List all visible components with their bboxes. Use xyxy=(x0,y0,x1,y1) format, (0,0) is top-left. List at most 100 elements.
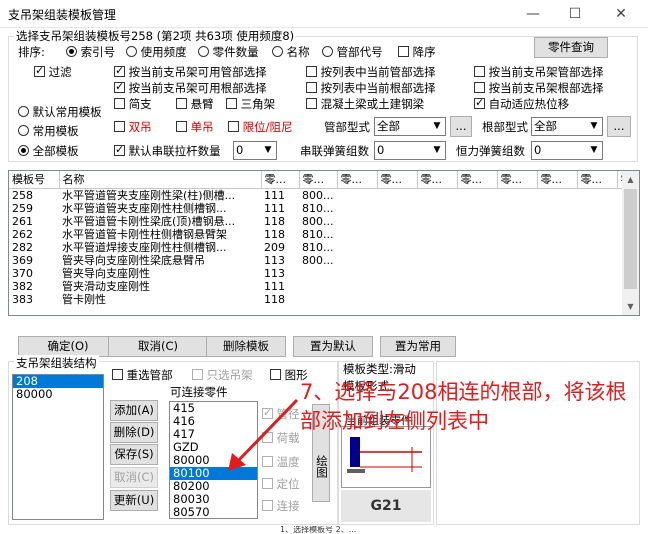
cancel-edit-button[interactable]: 取消(C) xyxy=(110,467,158,488)
checkbox[interactable] xyxy=(114,98,125,109)
filter-checkbox[interactable] xyxy=(34,64,45,77)
sort-radio-name[interactable] xyxy=(272,46,283,57)
delete-template-button[interactable]: 删除模板 xyxy=(206,336,286,357)
checkbox[interactable] xyxy=(114,80,125,93)
filter-simple-support[interactable]: 简支 xyxy=(114,96,152,112)
column-header[interactable]: 零... xyxy=(457,171,498,189)
checkbox[interactable] xyxy=(226,98,237,109)
filter-list-current-pipe[interactable]: 按列表中当前管部选择 xyxy=(306,64,436,80)
sort-radio-index[interactable] xyxy=(66,46,77,57)
template-table[interactable]: 模板号 名称 零... 零... 零... 零... 零... 零... 零... 零... 零..… xyxy=(8,170,640,316)
checkbox[interactable] xyxy=(228,121,239,132)
reselect-pipe[interactable]: 重选管部 xyxy=(112,367,173,383)
table-row[interactable]: 383 管卡刚性 118 xyxy=(9,293,639,306)
column-header[interactable]: 名称 xyxy=(59,171,262,189)
filter-cantilever[interactable]: 悬臂 xyxy=(176,96,214,112)
set-default-button[interactable]: 置为默认 xyxy=(293,336,373,357)
table-row[interactable]: 282 水平管道焊接支座刚性柱侧槽钢... 209 810... xyxy=(9,241,639,254)
structure-list[interactable]: 208 80000 xyxy=(12,374,104,520)
pipe-type-more-button[interactable]: ... xyxy=(450,116,472,137)
filter-current-root[interactable]: 按当前支吊架根部选择 xyxy=(474,80,604,96)
scroll-thumb[interactable] xyxy=(624,189,637,289)
column-header[interactable]: 零... xyxy=(299,171,338,189)
table-row[interactable]: 369 管夹导向支座刚性梁底悬臂吊 113 800... xyxy=(9,254,639,267)
sort-option-pipe-code[interactable]: 管部代号 xyxy=(322,44,383,60)
checkbox[interactable] xyxy=(306,98,317,109)
sort-desc[interactable]: 降序 xyxy=(398,44,436,60)
column-header[interactable]: 零... xyxy=(577,171,618,189)
linked-rods[interactable]: 默认串联拉杆数量 xyxy=(114,143,221,159)
scroll-down-icon[interactable]: ▼ xyxy=(622,298,639,315)
checkbox[interactable] xyxy=(176,98,187,109)
hanger-single[interactable]: 单吊 xyxy=(176,119,214,135)
sort-option-name[interactable]: 名称 xyxy=(272,44,310,60)
mode-all[interactable]: 全部模板 xyxy=(18,143,79,159)
minimize-button[interactable]: — xyxy=(510,0,556,28)
checkbox[interactable] xyxy=(474,82,485,93)
list-item[interactable]: 80570 xyxy=(170,506,257,519)
filter-list-current-root[interactable]: 按列表中当前根部选择 xyxy=(306,80,436,96)
sort-radio-frequency[interactable] xyxy=(126,46,137,57)
column-header[interactable]: 零... xyxy=(537,171,578,189)
radio[interactable] xyxy=(18,125,29,136)
const-spring-select[interactable]: 0 ▼ xyxy=(531,141,603,160)
close-button[interactable]: ✕ xyxy=(598,0,644,28)
table-row[interactable]: 258 水平管道管夹支座刚性梁(柱)侧槽... 111 800... xyxy=(9,188,639,202)
root-type-more-button[interactable]: ... xyxy=(607,116,631,137)
set-common-button[interactable]: 置为常用 xyxy=(380,336,456,357)
filter-current-available-root[interactable]: 按当前支吊架可用根部选择 xyxy=(114,80,267,96)
checkbox[interactable] xyxy=(112,369,123,380)
column-header[interactable]: 零... xyxy=(377,171,418,189)
table-row[interactable]: 259 水平管道管夹支座刚性柱侧槽钢... 111 810... xyxy=(9,202,639,215)
table-row[interactable]: 370 管夹导向支座刚性 113 xyxy=(9,267,639,280)
checkbox[interactable] xyxy=(474,66,485,77)
save-button[interactable]: 保存(S) xyxy=(110,444,158,465)
sort-radio-part-count[interactable] xyxy=(198,46,209,57)
filter-auto-thermal[interactable]: 自动适应热位移 xyxy=(474,96,569,112)
checkbox[interactable] xyxy=(114,64,125,77)
checkbox[interactable] xyxy=(176,121,187,132)
checkbox[interactable] xyxy=(306,66,317,77)
column-header[interactable]: 零... xyxy=(337,171,378,189)
list-item[interactable]: 80000 xyxy=(13,388,103,401)
filter-triangle-frame[interactable]: 三角架 xyxy=(226,96,275,112)
cancel-button[interactable]: 取消(C) xyxy=(108,336,208,357)
ok-button[interactable]: 确定(O) xyxy=(18,336,118,357)
table-scrollbar[interactable]: ▲ ▼ xyxy=(622,171,639,315)
maximize-button[interactable]: ☐ xyxy=(552,0,598,28)
table-row[interactable]: 382 管夹滑动支座刚性 111 xyxy=(9,280,639,293)
column-header[interactable]: 模板号 xyxy=(9,171,60,189)
root-type-select[interactable]: 全部 ▼ xyxy=(531,117,603,136)
table-row[interactable]: 261 水平管道管卡刚性梁底(顶)槽钢悬... 118 800... xyxy=(9,215,639,228)
part-query-button[interactable]: 零件查询 xyxy=(534,37,608,58)
column-header[interactable]: 零... xyxy=(261,171,300,189)
pipe-type-select[interactable]: 全部 ▼ xyxy=(374,117,446,136)
column-header[interactable]: 零... xyxy=(417,171,458,189)
checkbox[interactable] xyxy=(474,96,485,109)
series-spring-select[interactable]: 0 ▼ xyxy=(374,141,446,160)
radio[interactable] xyxy=(18,145,29,156)
scroll-up-icon[interactable]: ▲ xyxy=(622,171,639,188)
add-button[interactable]: 添加(A) xyxy=(110,400,158,421)
sort-option-frequency[interactable]: 使用频度 xyxy=(126,44,187,60)
filter-current-pipe[interactable]: 按当前支吊架管部选择 xyxy=(474,64,604,80)
update-button[interactable]: 更新(U) xyxy=(110,490,158,511)
linked-rods-select[interactable]: 0 ▼ xyxy=(233,141,277,160)
filter-toggle[interactable]: 过滤 xyxy=(34,64,72,80)
sort-option-index[interactable]: 索引号 xyxy=(66,44,115,60)
filter-concrete-beam[interactable]: 混凝土梁或土建钢梁 xyxy=(306,96,424,112)
radio[interactable] xyxy=(18,106,29,117)
filter-current-available-pipe[interactable]: 按当前支吊架可用管部选择 xyxy=(114,64,267,80)
mode-default-common[interactable]: 默认常用模板 xyxy=(18,104,102,120)
hanger-limit-damper[interactable]: 限位/阻尼 xyxy=(228,119,293,135)
checkbox[interactable] xyxy=(306,82,317,93)
sort-option-part-count[interactable]: 零件数量 xyxy=(198,44,259,60)
checkbox[interactable] xyxy=(114,143,125,156)
table-row[interactable]: 262 水平管道管卡刚性柱侧槽钢悬臂架 118 810... xyxy=(9,228,639,241)
checkbox[interactable] xyxy=(270,369,281,380)
hanger-double[interactable]: 双吊 xyxy=(114,119,152,135)
sort-radio-pipe-code[interactable] xyxy=(322,46,333,57)
checkbox[interactable] xyxy=(114,121,125,132)
sort-desc-checkbox[interactable] xyxy=(398,46,409,57)
column-header[interactable]: 零... xyxy=(497,171,538,189)
